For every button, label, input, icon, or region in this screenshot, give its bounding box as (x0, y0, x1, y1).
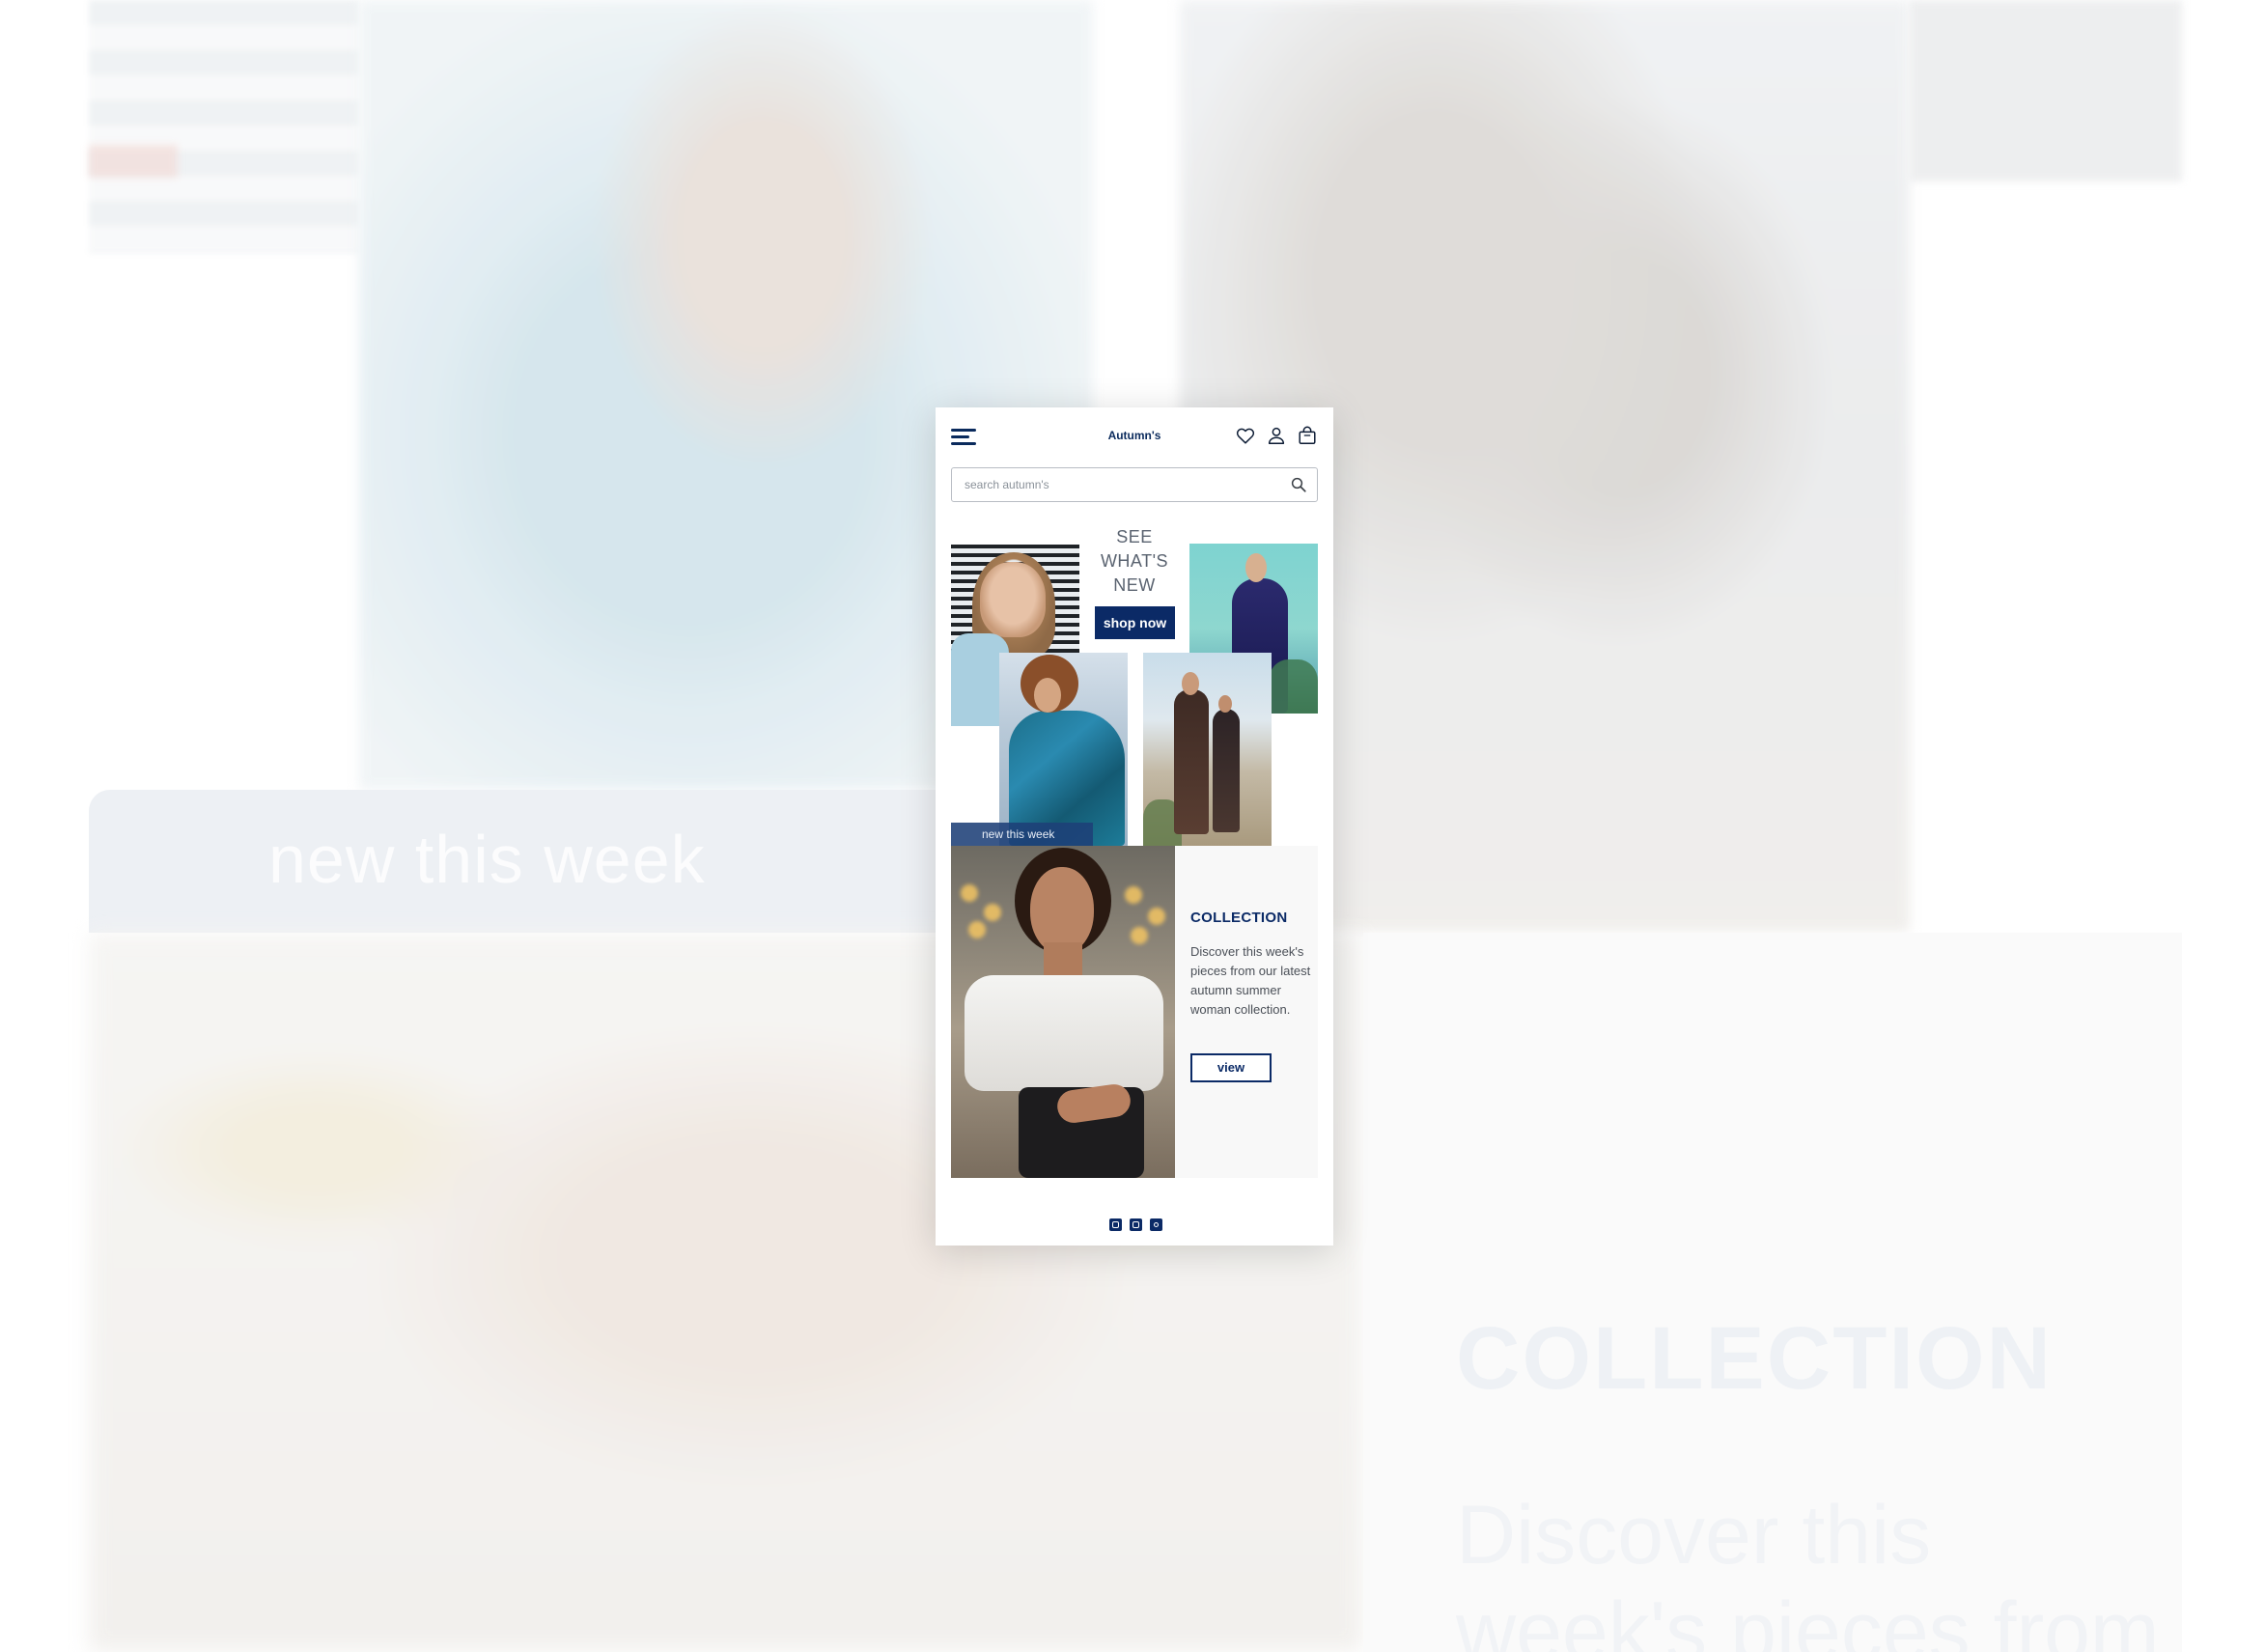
hamburger-menu-icon[interactable] (951, 427, 976, 446)
background-collection-text-line: week's pieces from (1456, 1585, 2160, 1652)
user-icon[interactable] (1266, 425, 1287, 446)
satin-dress-photo[interactable] (999, 653, 1128, 846)
mobile-screen: Autumn's SEE WHAT' (936, 407, 1333, 1246)
new-this-week-label[interactable]: new this week (951, 823, 1093, 846)
shopping-bag-icon[interactable] (1297, 425, 1318, 446)
facebook-icon[interactable] (1109, 1218, 1122, 1231)
header-actions (1235, 425, 1318, 448)
twitter-icon[interactable] (1130, 1218, 1142, 1231)
social-links (1109, 1218, 1162, 1231)
search-icon[interactable] (1290, 476, 1307, 493)
brand-logo[interactable]: Autumn's (1086, 429, 1183, 442)
search-input[interactable] (952, 468, 1280, 501)
photo-detail (1131, 927, 1148, 944)
background-collection-text: Discover this week's pieces from (1456, 1487, 2160, 1652)
whats-new-line: WHAT'S (1100, 551, 1169, 571)
whats-new-heading: SEE WHAT'S NEW (1090, 525, 1179, 598)
photo-detail (961, 884, 978, 902)
photo-detail (1182, 672, 1199, 695)
shop-now-button[interactable]: shop now (1095, 606, 1175, 639)
background-collection-text-line: Discover this (1456, 1489, 1932, 1582)
background-stripe-accent (89, 145, 178, 178)
photo-detail (1034, 678, 1061, 713)
photo-detail (968, 921, 986, 938)
photo-detail (1030, 867, 1094, 954)
background-stripes-photo (89, 0, 359, 253)
photo-detail (1213, 709, 1240, 832)
desert-models-photo[interactable] (1143, 653, 1272, 846)
background-corner-photo (1910, 0, 2182, 182)
photo-detail (1245, 553, 1267, 582)
instagram-icon[interactable] (1150, 1218, 1162, 1231)
photo-detail (965, 975, 1163, 1091)
view-collection-button[interactable]: view (1190, 1053, 1272, 1082)
whats-new-line: SEE (1116, 527, 1153, 546)
collection-description: Discover this week's pieces from our lat… (1190, 944, 1311, 1017)
whats-new-line: NEW (1113, 575, 1156, 595)
top-bar: Autumn's (951, 425, 1318, 448)
background-new-week-text: new this week (268, 822, 706, 897)
photo-detail (1269, 659, 1318, 714)
photo-detail (1174, 689, 1209, 834)
background-collection-title: COLLECTION (1456, 1309, 2053, 1408)
heart-icon[interactable] (1235, 425, 1256, 446)
collection-photo[interactable] (951, 846, 1175, 1178)
photo-detail (980, 562, 1046, 637)
photo-detail (1125, 886, 1142, 904)
collection-title: COLLECTION (1190, 910, 1288, 926)
photo-detail (1218, 695, 1232, 713)
collection-card: COLLECTION Discover this week's pieces f… (951, 846, 1318, 1178)
photo-detail (984, 904, 1001, 921)
search-bar (951, 467, 1318, 502)
photo-detail (1148, 908, 1165, 925)
